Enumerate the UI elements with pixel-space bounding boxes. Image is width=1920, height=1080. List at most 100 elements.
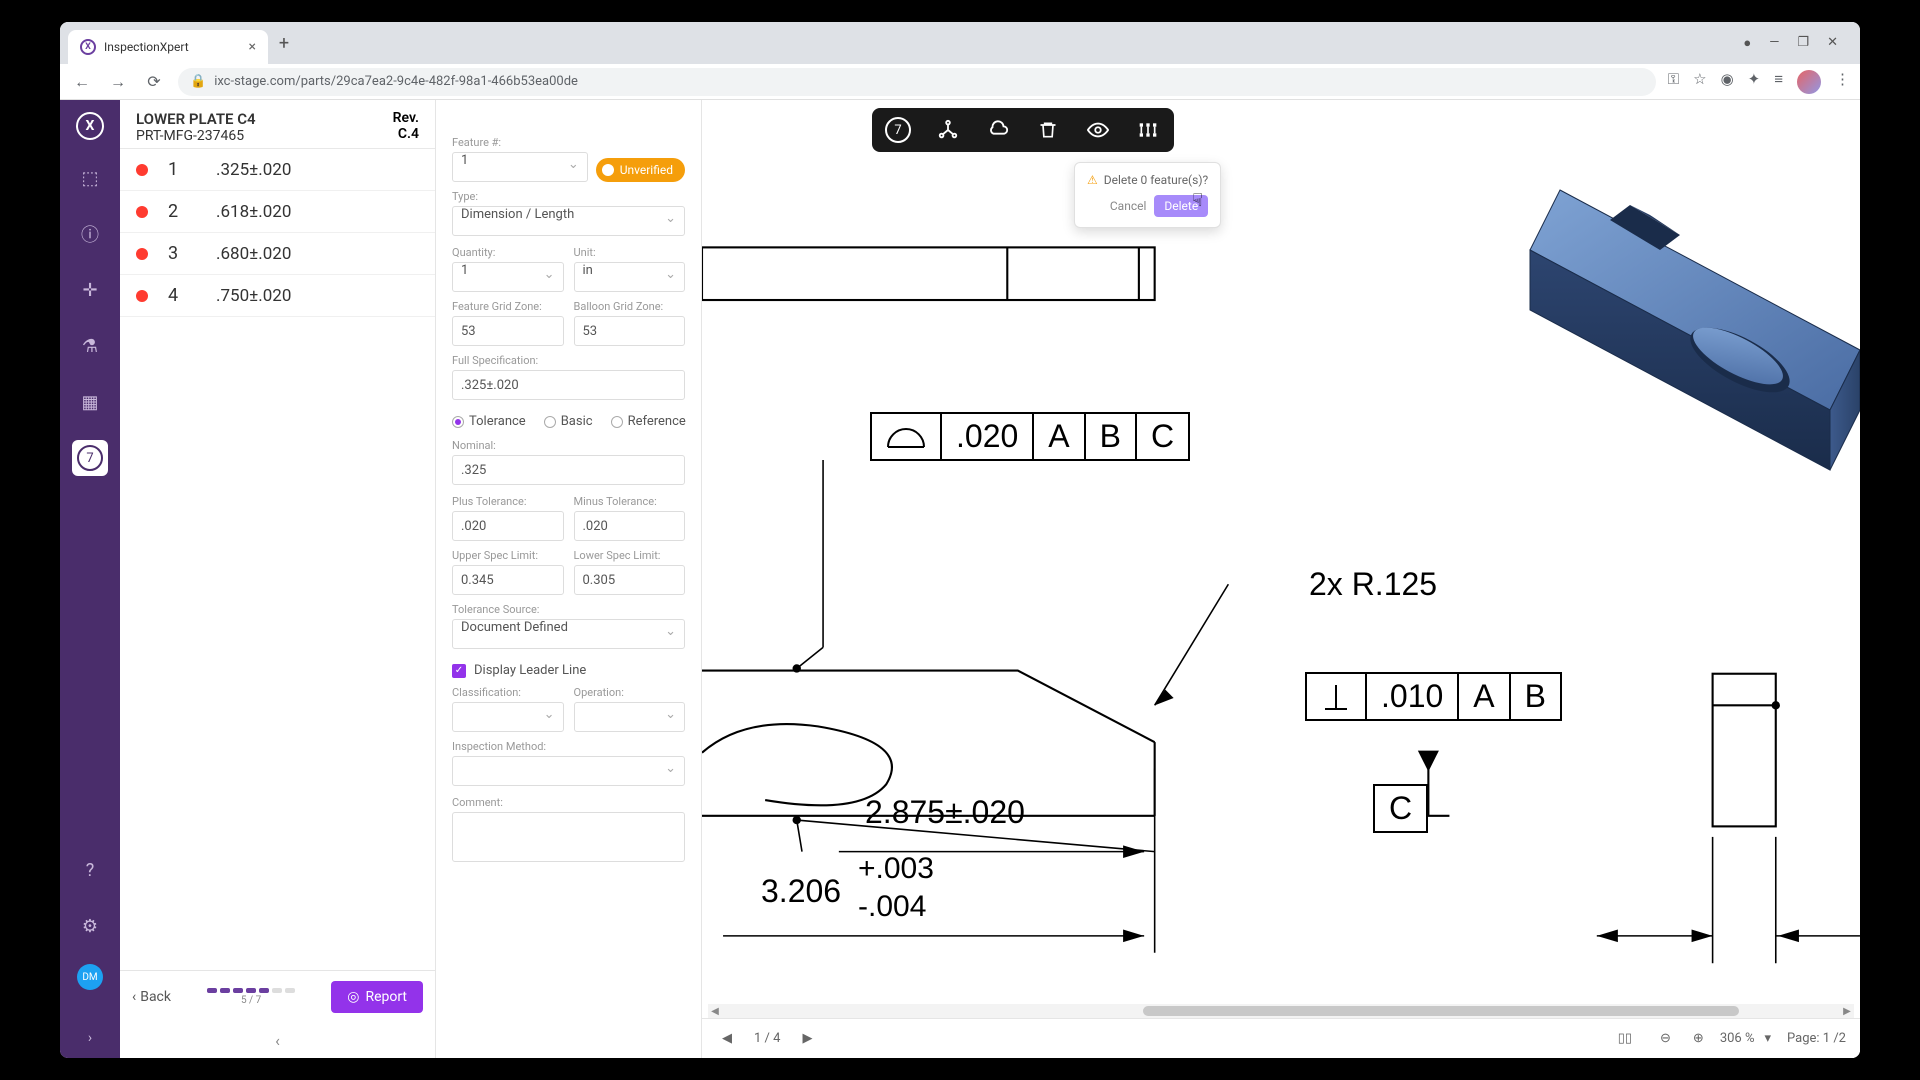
star-icon[interactable]: ☆ xyxy=(1693,70,1706,94)
page-next-icon[interactable]: ▶ xyxy=(796,1029,818,1048)
close-window-icon[interactable]: ✕ xyxy=(1827,35,1838,51)
scroll-right-icon[interactable]: ▶ xyxy=(1840,1006,1854,1017)
feature-num-select[interactable]: 1 xyxy=(452,152,588,182)
feature-number: 1 xyxy=(168,159,186,180)
window-controls: ● — ❐ ✕ xyxy=(1743,35,1852,51)
list-icon[interactable]: ≡ xyxy=(1774,70,1783,94)
back-button[interactable]: ← xyxy=(70,70,94,94)
profile-avatar[interactable] xyxy=(1797,70,1821,94)
user-avatar[interactable]: DM xyxy=(77,964,103,990)
isometric-3d-view xyxy=(1480,150,1860,510)
target-icon[interactable]: ✛ xyxy=(72,272,108,308)
delete-tool-icon[interactable] xyxy=(1032,114,1064,146)
tab-bar: X InspectionXpert × + ● — ❐ ✕ xyxy=(60,22,1860,64)
zoom-in-button[interactable]: ⊕ xyxy=(1687,1029,1710,1048)
quantity-select[interactable]: 1 xyxy=(452,262,564,292)
balloon-count-tool[interactable]: 7 xyxy=(882,114,914,146)
new-tab-button[interactable]: + xyxy=(270,29,298,57)
tolerance-mode-radio: Tolerance Basic Reference xyxy=(452,414,685,429)
feature-row[interactable]: 2 .618±.020 xyxy=(120,191,435,233)
fgz-input[interactable] xyxy=(452,316,564,346)
home-icon[interactable]: ⬚ xyxy=(72,160,108,196)
collapse-rail-icon[interactable]: › xyxy=(88,1030,92,1046)
zoom-dropdown-icon[interactable]: ▾ xyxy=(1764,1031,1771,1046)
reload-button[interactable]: ⟳ xyxy=(142,70,166,94)
menu-icon[interactable]: ⋮ xyxy=(1835,70,1850,94)
record-icon[interactable]: ● xyxy=(1743,35,1751,51)
plus-tol-input[interactable] xyxy=(452,511,564,541)
maximize-icon[interactable]: ❐ xyxy=(1797,35,1809,51)
page-prev-icon[interactable]: ◀ xyxy=(716,1029,738,1048)
settings-tool-icon[interactable] xyxy=(1132,114,1164,146)
reference-radio[interactable]: Reference xyxy=(611,414,686,429)
classification-select[interactable] xyxy=(452,702,564,732)
browser-tab[interactable]: X InspectionXpert × xyxy=(68,30,268,64)
feature-control-frame: .020 A B C xyxy=(870,412,1190,461)
feature-value: .618±.020 xyxy=(216,202,291,222)
feature-number: 3 xyxy=(168,243,186,264)
scroll-left-icon[interactable]: ◀ xyxy=(708,1006,722,1017)
perpendicularity-symbol-icon xyxy=(1307,674,1367,719)
feature-row[interactable]: 1 .325±.020 xyxy=(120,149,435,191)
visibility-tool-icon[interactable] xyxy=(1082,114,1114,146)
leader-checkbox[interactable]: ✓ Display Leader Line xyxy=(452,663,685,678)
help-icon[interactable]: ? xyxy=(72,852,108,888)
comment-textarea[interactable] xyxy=(452,812,685,862)
cancel-button[interactable]: Cancel xyxy=(1110,199,1147,213)
unit-select[interactable]: in xyxy=(574,262,686,292)
info-icon[interactable]: ⓘ xyxy=(72,216,108,252)
usl-input[interactable] xyxy=(452,565,564,595)
dimension-minus: -.004 xyxy=(858,890,926,924)
feature-row[interactable]: 3 .680±.020 xyxy=(120,233,435,275)
app-logo[interactable]: X xyxy=(76,112,104,140)
settings-icon[interactable]: ⚙ xyxy=(72,908,108,944)
delete-button[interactable]: Delete xyxy=(1154,195,1208,217)
feature-value: .325±.020 xyxy=(216,160,291,180)
horizontal-scrollbar[interactable]: ◀ ▶ xyxy=(708,1004,1854,1018)
page-indicator: 1 / 4 xyxy=(754,1031,780,1046)
back-arrow-icon: ‹ xyxy=(132,989,136,1005)
method-select[interactable] xyxy=(452,756,685,786)
balloon-tool[interactable]: 7 xyxy=(72,440,108,476)
lsl-label: Lower Spec Limit: xyxy=(574,549,686,562)
browser-window: X InspectionXpert × + ● — ❐ ✕ ← → ⟳ 🔒 ix… xyxy=(60,22,1860,1058)
extension-icon[interactable]: ✦ xyxy=(1748,70,1761,94)
canvas-bottom-bar: ◀ 1 / 4 ▶ ▯▯ ⊖ ⊕ 306 % ▾ Page: 1 /2 xyxy=(702,1018,1860,1058)
gauge-icon[interactable]: ◉ xyxy=(1721,70,1734,94)
type-select[interactable]: Dimension / Length xyxy=(452,206,685,236)
status-badge[interactable]: Unverified xyxy=(596,158,685,182)
operation-select[interactable] xyxy=(574,702,686,732)
property-inspector: Feature #: 1 Unverified Type: Dimension … xyxy=(436,100,702,1058)
close-tab-icon[interactable]: × xyxy=(249,39,256,55)
minimize-icon[interactable]: — xyxy=(1769,35,1779,51)
feature-row[interactable]: 4 .750±.020 xyxy=(120,275,435,317)
key-icon[interactable]: ⚿ xyxy=(1668,70,1679,94)
feature-num-label: Feature #: xyxy=(452,136,588,149)
sidebar-pager[interactable]: ‹ xyxy=(120,1023,435,1058)
url-text: ixc-stage.com/parts/29ca7ea2-9c4e-482f-9… xyxy=(214,74,578,89)
spec-input[interactable] xyxy=(452,370,685,400)
tolerance-radio[interactable]: Tolerance xyxy=(452,414,526,429)
favicon: X xyxy=(80,39,96,55)
grid-icon[interactable]: ▦ xyxy=(72,384,108,420)
layout-toggle-icon[interactable]: ▯▯ xyxy=(1612,1029,1638,1048)
report-button[interactable]: ◎ Report xyxy=(331,981,423,1013)
nominal-input[interactable] xyxy=(452,455,685,485)
flask-icon[interactable]: ⚗ xyxy=(72,328,108,364)
part-name: LOWER PLATE C4 xyxy=(136,110,256,128)
network-tool-icon[interactable] xyxy=(932,114,964,146)
scroll-thumb[interactable] xyxy=(1143,1006,1739,1016)
tol-source-select[interactable]: Document Defined xyxy=(452,619,685,649)
basic-radio[interactable]: Basic xyxy=(544,414,593,429)
minus-tol-input[interactable] xyxy=(574,511,686,541)
bgz-input[interactable] xyxy=(574,316,686,346)
progress-indicator: 5 / 7 xyxy=(183,988,319,1006)
forward-button[interactable]: → xyxy=(106,70,130,94)
quantity-label: Quantity: xyxy=(452,246,564,259)
back-button[interactable]: ‹ Back xyxy=(132,989,171,1005)
cloud-tool-icon[interactable] xyxy=(982,114,1014,146)
lsl-input[interactable] xyxy=(574,565,686,595)
canvas[interactable]: 7 ⚠ Delete xyxy=(702,100,1860,1058)
zoom-out-button[interactable]: ⊖ xyxy=(1654,1029,1677,1048)
url-field[interactable]: 🔒 ixc-stage.com/parts/29ca7ea2-9c4e-482f… xyxy=(178,68,1656,96)
